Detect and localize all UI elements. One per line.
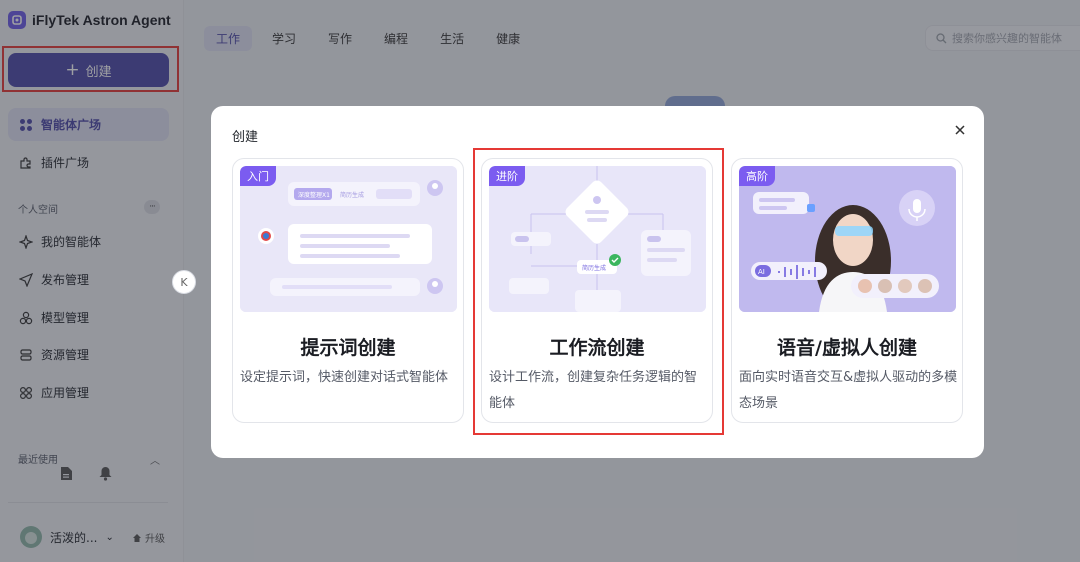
prompt-create-card[interactable]: 深度整理X1 简历生成 入门 提示词创建 设定提示词，快速创建对话式智能体 — [232, 158, 464, 423]
voice-avatar-illustration: AI 高阶 — [739, 166, 956, 312]
sidebar-collapse-button[interactable]: K — [172, 270, 196, 294]
dialog-title: 创建 — [232, 130, 259, 145]
card-title: 提示词创建 — [300, 337, 396, 359]
illustration-text: 深度整理X1 — [298, 191, 330, 199]
card-description: 面向实时语音交互&虚拟人驱动的多模态场景 — [739, 370, 958, 411]
card-description: 设定提示词，快速创建对话式智能体 — [240, 370, 449, 385]
level-badge: 入门 — [240, 166, 276, 186]
card-title: 语音/虚拟人创建 — [777, 337, 917, 359]
level-badge: 高阶 — [739, 166, 775, 186]
prompt-illustration: 深度整理X1 简历生成 入门 — [240, 166, 457, 312]
illustration-text: 简历生成 — [340, 191, 364, 199]
illustration-text: AI — [758, 268, 765, 276]
workflow-card-highlight — [473, 148, 724, 435]
close-icon[interactable] — [952, 122, 968, 138]
voice-avatar-create-card[interactable]: AI 高阶 语音/虚拟人创建 面向实时语音交互&虚拟人驱动的多模态场景 — [731, 158, 963, 423]
